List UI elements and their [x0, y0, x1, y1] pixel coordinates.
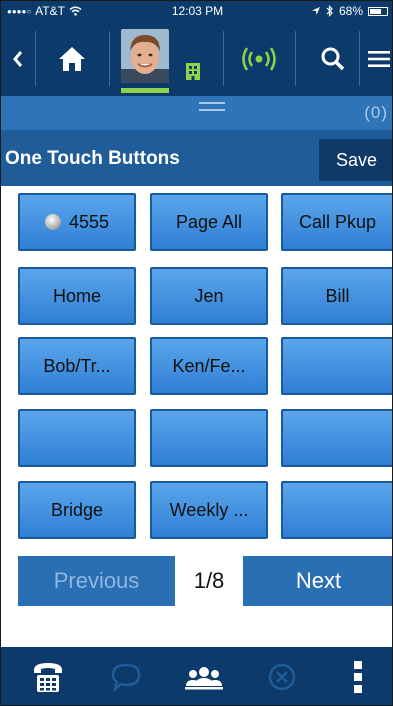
tab-close[interactable]: [243, 647, 321, 705]
nav-divider: [295, 31, 296, 86]
battery-icon: [368, 6, 388, 16]
one-touch-button[interactable]: Bob/Tr...: [18, 337, 136, 395]
one-touch-button[interactable]: [281, 481, 392, 539]
nav-divider: [223, 31, 224, 86]
home-icon: [59, 46, 85, 71]
one-touch-button[interactable]: 4555: [18, 193, 136, 251]
search-button[interactable]: [311, 21, 355, 96]
message-count: (0): [364, 103, 388, 122]
battery-fill: [370, 8, 381, 14]
page-title: One Touch Buttons: [5, 148, 180, 169]
nav-bar: [1, 21, 392, 96]
back-chevron-icon: [13, 50, 23, 67]
one-touch-button-label: Bob/Tr...: [43, 355, 111, 376]
one-touch-button[interactable]: [281, 337, 392, 395]
one-touch-button[interactable]: [150, 409, 268, 467]
one-touch-button[interactable]: Bill: [281, 267, 392, 325]
one-touch-button-label: Bill: [325, 285, 350, 306]
signal-dots: ●●●●○: [7, 6, 32, 16]
chat-bubble-icon: [111, 663, 141, 692]
bottom-tab-bar: [1, 647, 392, 705]
nav-divider: [109, 31, 110, 86]
location-button[interactable]: [179, 51, 207, 91]
contacts-group-icon: [185, 667, 223, 690]
status-left: ●●●●○ AT&T: [7, 4, 134, 18]
menu-button[interactable]: [363, 21, 392, 96]
status-time: 12:03 PM: [171, 4, 224, 18]
handle-bar[interactable]: (0): [1, 96, 392, 130]
nav-divider: [35, 31, 36, 86]
one-touch-grid: 4555 Page All Call Pkup Home Jen Bill Bob/Tr..…: [1, 186, 392, 556]
one-touch-button-label: Weekly ...: [169, 499, 249, 520]
search-icon: [321, 47, 345, 70]
more-vertical-icon: [353, 661, 362, 693]
dialpad-phone-icon: [34, 663, 62, 692]
drag-handle-icon[interactable]: [199, 102, 225, 116]
one-touch-button[interactable]: Weekly ...: [150, 481, 268, 539]
title-bar: One Touch Buttons Save: [1, 130, 392, 186]
one-touch-button-label: Jen: [194, 285, 224, 306]
wifi-icon: [69, 6, 82, 16]
status-bar: ●●●●○ AT&T 12:03 PM 68%: [1, 1, 392, 21]
avatar-photo: [121, 29, 169, 83]
carrier-label: AT&T: [35, 4, 65, 18]
avatar[interactable]: [121, 29, 169, 83]
location-arrow-icon: [311, 7, 320, 15]
tab-chat[interactable]: [87, 647, 165, 705]
previous-button[interactable]: Previous: [18, 556, 175, 606]
line-status-led-icon: [44, 214, 61, 230]
home-button[interactable]: [37, 21, 107, 96]
tab-more[interactable]: [321, 647, 392, 705]
tab-dialpad[interactable]: [9, 647, 87, 705]
one-touch-button[interactable]: [281, 409, 392, 467]
battery-percent: 68%: [338, 4, 363, 18]
pagination: Previous 1/8 Next: [1, 556, 392, 606]
one-touch-button-label: Call Pkup: [298, 211, 377, 232]
one-touch-button[interactable]: Bridge: [18, 481, 136, 539]
one-touch-button-label: Bridge: [50, 499, 104, 520]
close-circle-icon: [268, 663, 296, 691]
page-indicator: 1/8: [193, 568, 225, 593]
tab-contacts[interactable]: [165, 647, 243, 705]
wireless-signal-icon: [242, 46, 276, 71]
one-touch-button-label: Ken/Fe...: [172, 355, 246, 376]
menu-icon: [367, 50, 390, 67]
one-touch-button-label: Home: [52, 285, 101, 306]
bluetooth-icon: [326, 5, 333, 17]
presence-underline: [121, 88, 169, 93]
one-touch-button-label: Page All: [175, 211, 243, 232]
one-touch-button[interactable]: Jen: [150, 267, 268, 325]
status-right: 68%: [261, 4, 388, 18]
one-touch-button[interactable]: Home: [18, 267, 136, 325]
one-touch-button[interactable]: Ken/Fe...: [150, 337, 268, 395]
one-touch-button[interactable]: [18, 409, 136, 467]
building-icon: [186, 63, 200, 80]
one-touch-button[interactable]: Call Pkup: [281, 193, 392, 251]
presence-status-button[interactable]: [225, 21, 293, 96]
one-touch-button[interactable]: Page All: [150, 193, 268, 251]
one-touch-button-label: 4555: [68, 211, 110, 232]
save-button[interactable]: Save: [319, 139, 392, 181]
app-frame: ●●●●○ AT&T 12:03 PM 68% (0) One Touch Bu…: [0, 0, 393, 706]
back-button[interactable]: [1, 21, 35, 96]
next-button[interactable]: Next: [243, 556, 392, 606]
nav-divider: [359, 31, 360, 86]
